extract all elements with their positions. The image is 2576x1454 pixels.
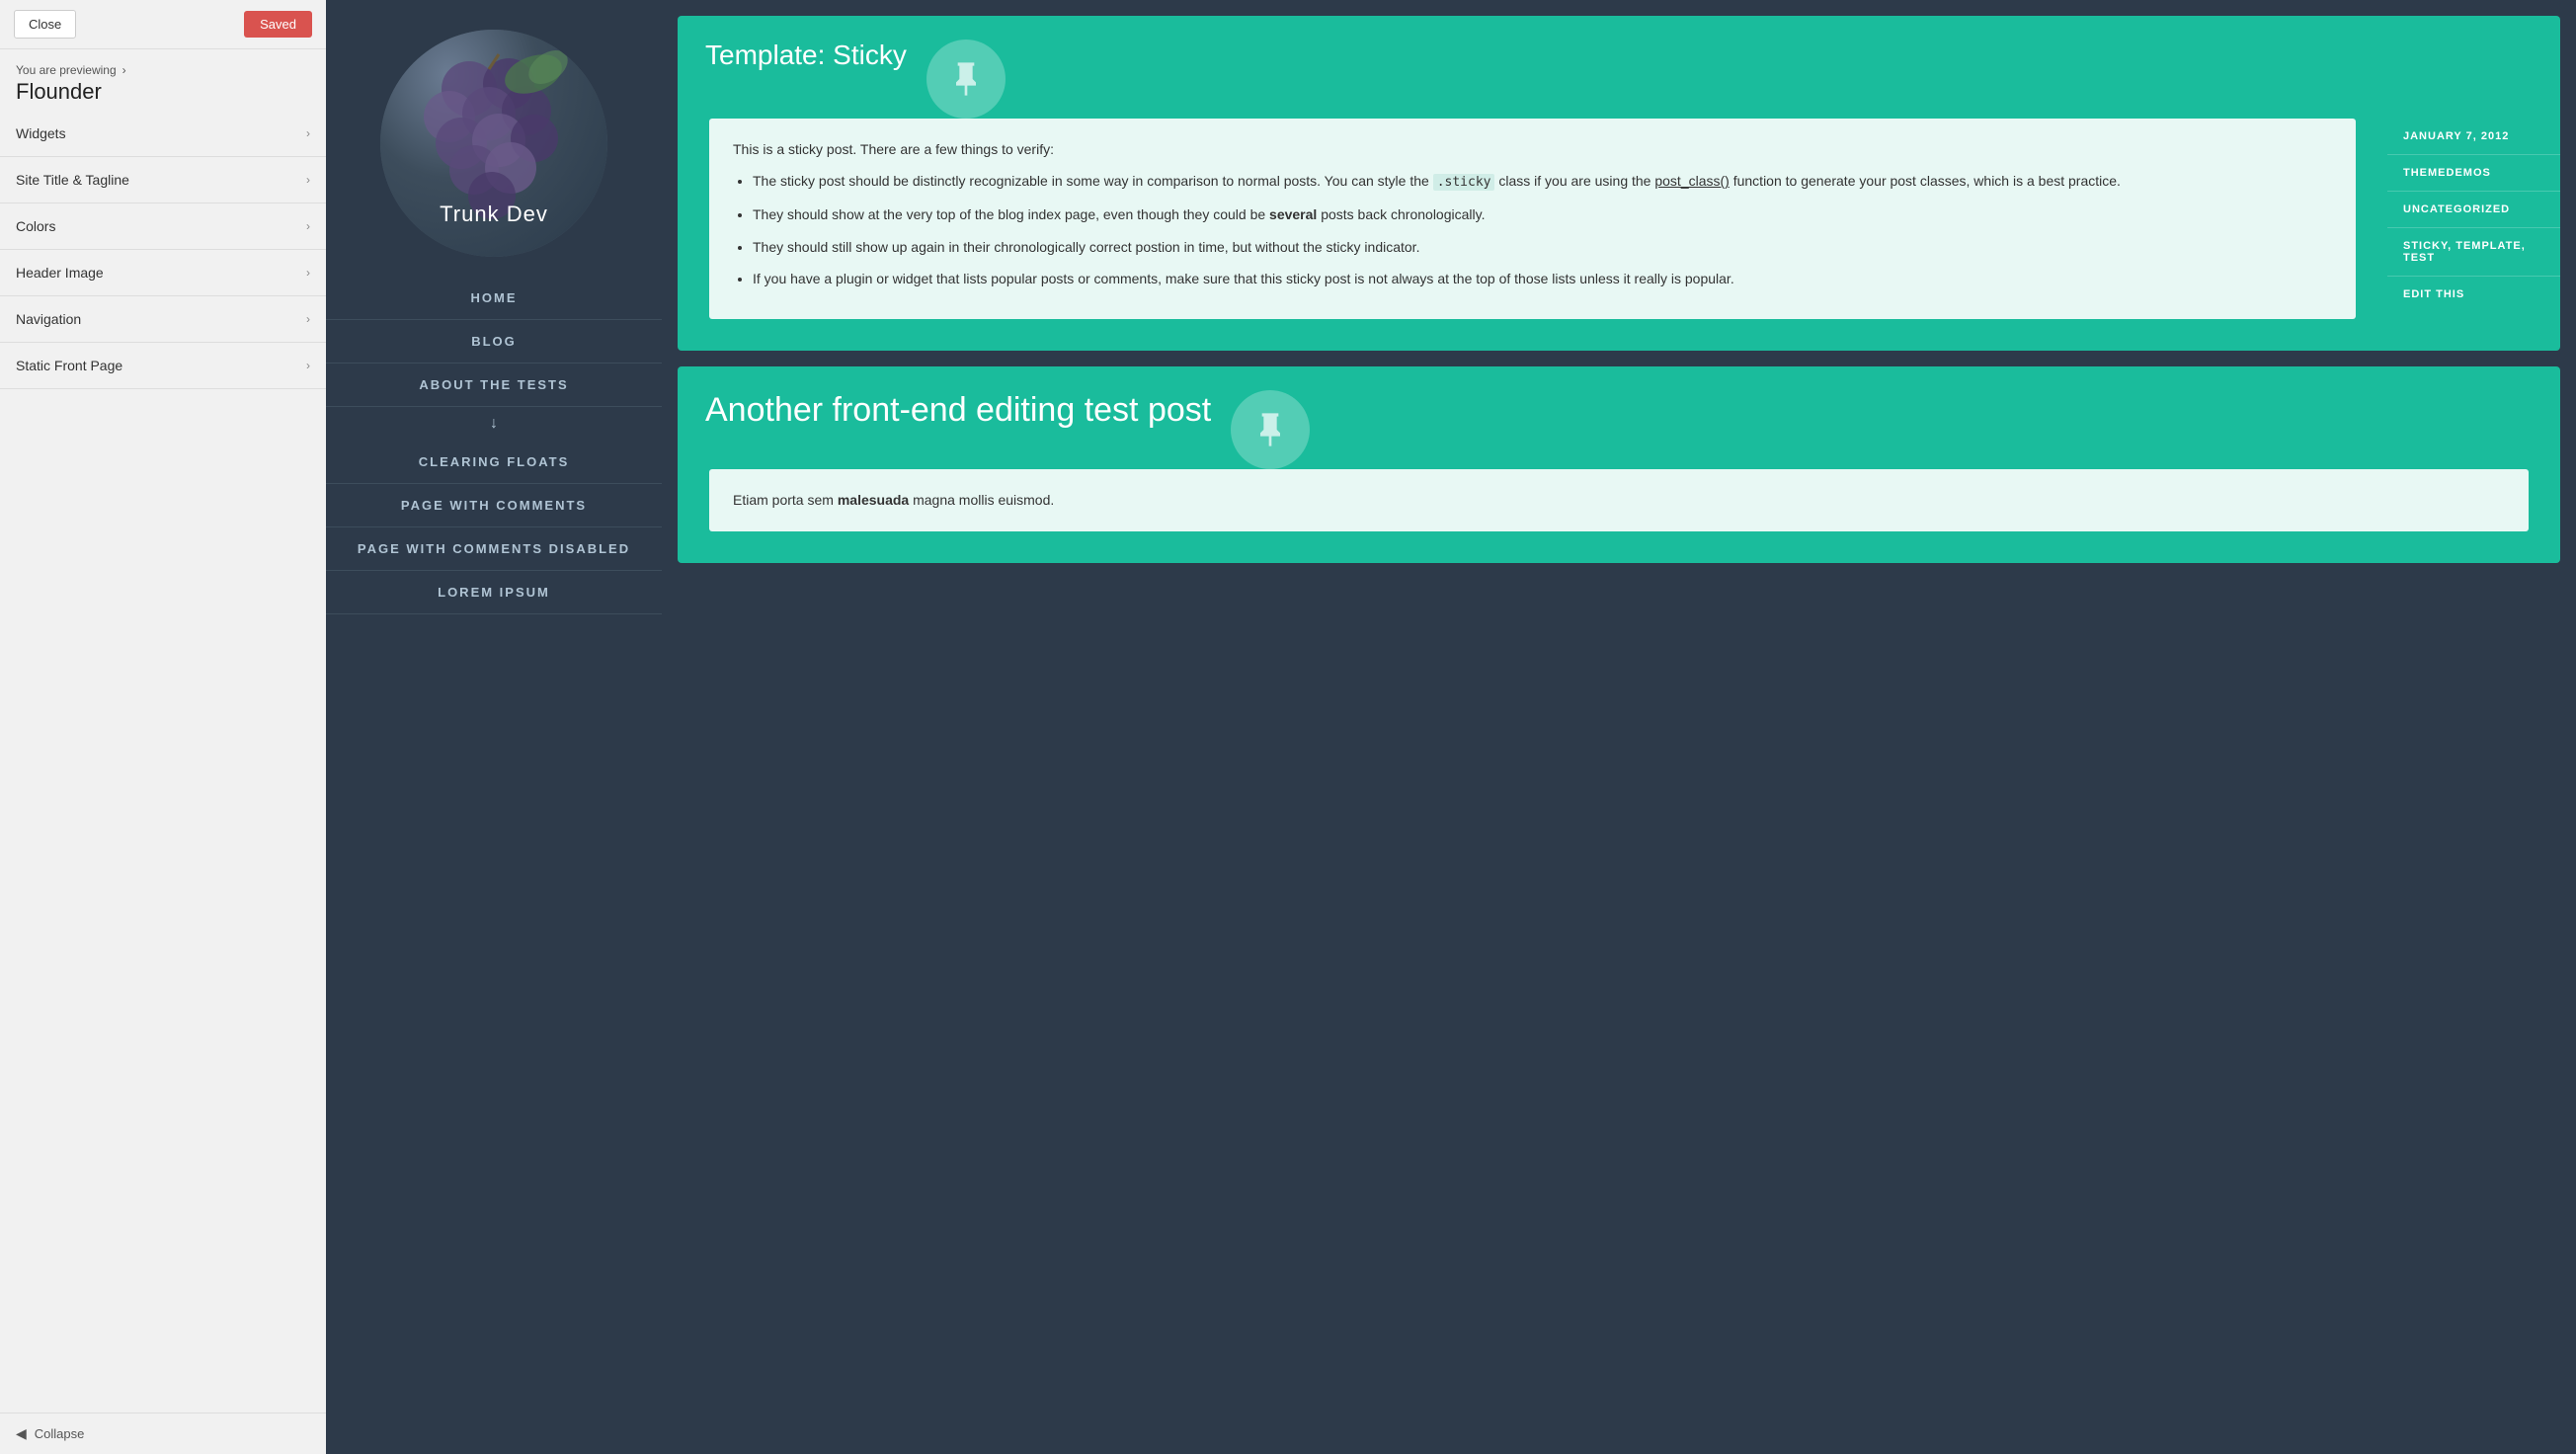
post-sticky: Template: Sticky This is a sticky post. … — [678, 16, 2560, 351]
post-body-wrap: This is a sticky post. There are a few t… — [678, 119, 2387, 351]
bold-malesuada: malesuada — [838, 492, 909, 508]
code-post-class: post_class() — [1654, 173, 1729, 189]
bold-several: several — [1269, 206, 1317, 222]
post-frontend-edit: Another front-end editing test post Etia… — [678, 366, 2560, 562]
nav-item-0[interactable]: HOME — [326, 277, 662, 320]
chevron-icon-navigation: › — [306, 312, 310, 326]
post2-body-wrap: Etiam porta sem malesuada magna mollis e… — [678, 469, 2560, 562]
menu-list: Widgets›Site Title & Tagline›Colors›Head… — [0, 111, 326, 1413]
menu-label-header-image: Header Image — [16, 265, 104, 281]
menu-label-site-title-tagline: Site Title & Tagline — [16, 172, 129, 188]
post-title: Template: Sticky — [705, 40, 907, 71]
bullet-4: If you have a plugin or widget that list… — [753, 268, 2332, 289]
chevron-icon-site-title-tagline: › — [306, 173, 310, 187]
pin-icon — [926, 40, 1006, 119]
preview-nav: Trunk Dev HOMEBLOGABOUT THE TESTS↓CLEARI… — [326, 0, 662, 634]
site-header: Trunk Dev — [326, 0, 662, 267]
menu-item-navigation[interactable]: Navigation › — [0, 296, 326, 343]
nav-item-2[interactable]: ABOUT THE TESTS — [326, 364, 662, 407]
preview-panel: Trunk Dev HOMEBLOGABOUT THE TESTS↓CLEARI… — [326, 0, 2576, 1454]
saved-button[interactable]: Saved — [244, 11, 312, 38]
menu-item-widgets[interactable]: Widgets › — [0, 111, 326, 157]
edit-link[interactable]: EDIT THIS — [2387, 277, 2560, 312]
close-button[interactable]: Close — [14, 10, 76, 39]
previewing-label: You are previewing › — [16, 63, 310, 77]
site-navigation: HOMEBLOGABOUT THE TESTS↓CLEARING FLOATSP… — [326, 277, 662, 614]
post2-body: Etiam porta sem malesuada magna mollis e… — [709, 469, 2529, 530]
menu-label-static-front-page: Static Front Page — [16, 358, 122, 373]
customizer-panel: Close Saved You are previewing › Flounde… — [0, 0, 326, 1454]
collapse-bar[interactable]: ◀ Collapse — [0, 1413, 326, 1454]
collapse-label: Collapse — [35, 1426, 85, 1441]
pin-icon-2 — [1231, 390, 1310, 469]
code-sticky: .sticky — [1433, 174, 1495, 191]
nav-item-4[interactable]: PAGE WITH COMMENTS — [326, 484, 662, 527]
chevron-icon-colors: › — [306, 219, 310, 233]
post2-text: Etiam porta sem malesuada magna mollis e… — [733, 489, 2505, 511]
nav-item-5[interactable]: PAGE WITH COMMENTS DISABLED — [326, 527, 662, 571]
preview-main: Template: Sticky This is a sticky post. … — [662, 0, 2576, 634]
submenu-indicator: ↓ — [326, 407, 662, 441]
chevron-icon-widgets: › — [306, 126, 310, 140]
post-inner: This is a sticky post. There are a few t… — [678, 119, 2560, 351]
post2-header: Another front-end editing test post — [678, 366, 2560, 469]
post-intro: This is a sticky post. There are a few t… — [733, 138, 2332, 160]
nav-item-6[interactable]: LOREM IPSUM — [326, 571, 662, 614]
bullet-3: They should still show up again in their… — [753, 236, 2332, 258]
menu-label-colors: Colors — [16, 218, 55, 234]
post-header: Template: Sticky — [678, 16, 2560, 119]
menu-item-site-title-tagline[interactable]: Site Title & Tagline › — [0, 157, 326, 203]
post-body: This is a sticky post. There are a few t… — [709, 119, 2356, 319]
collapse-arrow-icon: ◀ — [16, 1425, 27, 1442]
meta-author[interactable]: THEMEDEMOS — [2387, 155, 2560, 192]
preview-info: You are previewing › Flounder — [0, 49, 326, 111]
bullet-2: They should show at the very top of the … — [753, 203, 2332, 225]
menu-label-widgets: Widgets — [16, 125, 66, 141]
meta-tags[interactable]: STICKY, TEMPLATE, TEST — [2387, 228, 2560, 277]
site-name-label: Flounder — [16, 79, 310, 105]
menu-label-navigation: Navigation — [16, 311, 81, 327]
preview-content: Trunk Dev HOMEBLOGABOUT THE TESTS↓CLEARI… — [326, 0, 2576, 634]
menu-item-static-front-page[interactable]: Static Front Page › — [0, 343, 326, 389]
nav-item-1[interactable]: BLOG — [326, 320, 662, 364]
site-logo: Trunk Dev — [380, 30, 607, 257]
menu-item-colors[interactable]: Colors › — [0, 203, 326, 250]
site-title: Trunk Dev — [380, 202, 607, 227]
preview-arrow: › — [122, 63, 126, 77]
thumbtack-svg-2 — [1250, 410, 1290, 449]
bullet-1: The sticky post should be distinctly rec… — [753, 170, 2332, 194]
post-meta: JANUARY 7, 2012 THEMEDEMOS UNCATEGORIZED… — [2387, 119, 2560, 351]
meta-date[interactable]: JANUARY 7, 2012 — [2387, 119, 2560, 155]
chevron-icon-header-image: › — [306, 266, 310, 280]
post2-title: Another front-end editing test post — [705, 390, 1211, 431]
meta-category[interactable]: UNCATEGORIZED — [2387, 192, 2560, 228]
menu-item-header-image[interactable]: Header Image › — [0, 250, 326, 296]
post-bullets: The sticky post should be distinctly rec… — [733, 170, 2332, 289]
chevron-icon-static-front-page: › — [306, 359, 310, 372]
nav-item-3[interactable]: CLEARING FLOATS — [326, 441, 662, 484]
top-bar: Close Saved — [0, 0, 326, 49]
thumbtack-svg — [946, 59, 986, 99]
